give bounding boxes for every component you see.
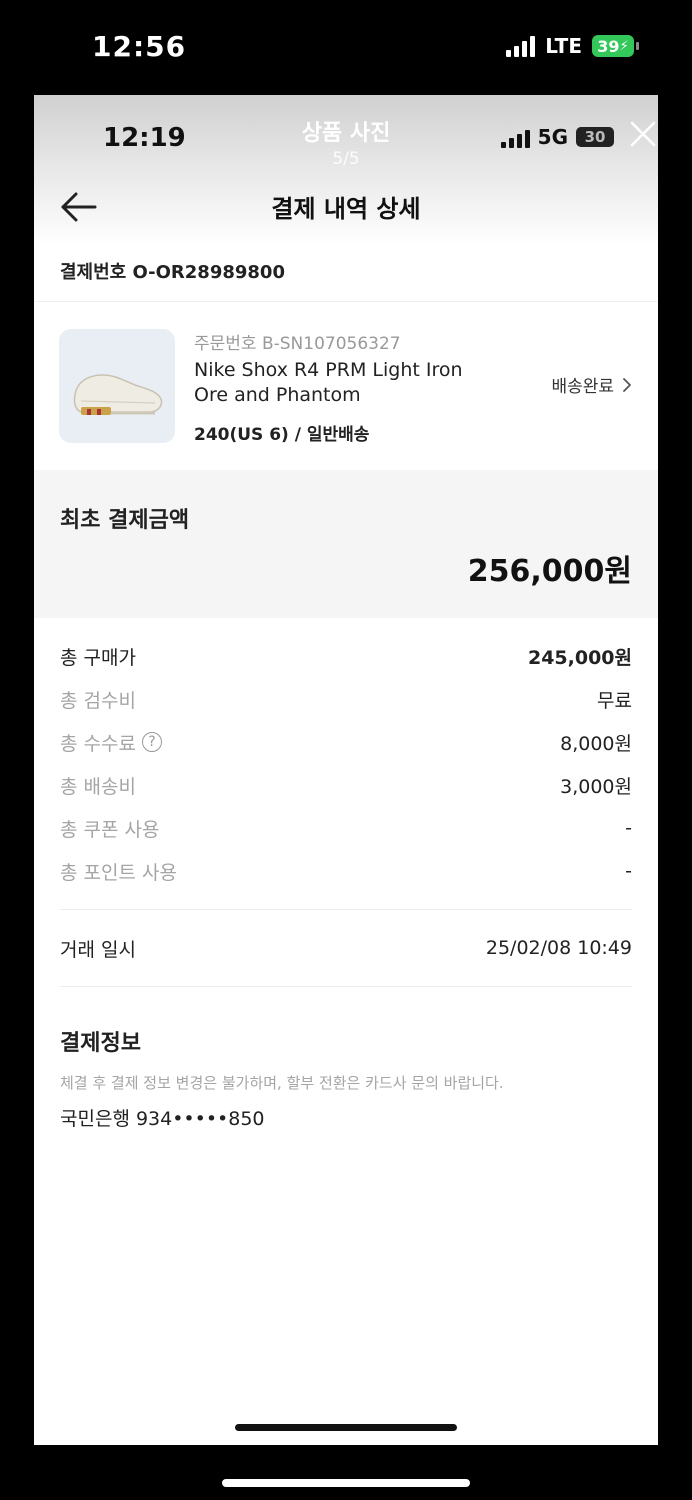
signal-icon — [506, 35, 536, 57]
payment-info-title: 결제정보 — [60, 1031, 141, 1056]
help-icon[interactable]: ? — [141, 732, 162, 752]
product-name: Nike Shox R4 PRM Light Iron Ore and Phan… — [194, 359, 463, 406]
breakdown-row: 총 배송비 3,000원 — [60, 770, 632, 800]
breakdown-label: 총 포인트 사용 — [60, 861, 177, 884]
breakdown-value: - — [625, 817, 632, 839]
outer-clock: 12:56 — [92, 30, 187, 63]
outer-status-icons: LTE 39 ⚡ — [506, 34, 639, 58]
breakdown-value: 8,000원 — [560, 732, 632, 755]
nav-bar: 결제 내역 상세 — [34, 183, 658, 231]
delivery-status-link[interactable]: 배송완료 — [551, 372, 632, 397]
network-label: LTE — [545, 34, 582, 58]
inner-network-label: 5G — [537, 125, 568, 149]
breakdown-label: 총 수수료 — [60, 732, 136, 755]
breakdown-row: 총 포인트 사용 - — [60, 856, 632, 886]
total-amount: 256,000원 — [467, 554, 632, 589]
breakdown-value: 3,000원 — [560, 775, 632, 798]
product-card[interactable]: 주문번호 B-SN107056327 Nike Shox R4 PRM Ligh… — [34, 302, 658, 468]
sneaker-image — [59, 329, 175, 443]
payment-number: 결제번호 O-OR28989800 — [60, 262, 285, 283]
product-option: 240(US 6) / 일반배송 — [194, 425, 370, 445]
inner-signal-icon — [500, 126, 530, 148]
inner-battery-icon: 30 — [576, 127, 614, 147]
transaction-datetime: 25/02/08 10:49 — [485, 937, 632, 959]
order-number: 주문번호 B-SN107056327 — [194, 334, 401, 354]
breakdown-label: 총 쿠폰 사용 — [60, 818, 160, 841]
outer-status-bar: 12:56 LTE 39 ⚡ — [0, 0, 692, 95]
delivery-status: 배송완료 — [551, 377, 614, 397]
payment-card: 국민은행 934•••••850 — [60, 1108, 265, 1130]
total-payment-panel: 최초 결제금액 256,000원 — [34, 470, 658, 618]
outer-home-indicator[interactable] — [222, 1479, 470, 1487]
breakdown-value: 245,000원 — [527, 646, 632, 669]
total-label: 최초 결제금액 — [60, 508, 190, 533]
breakdown-value: - — [625, 860, 632, 882]
battery-level: 39 — [597, 36, 620, 56]
chevron-right-icon — [623, 377, 631, 392]
inner-status-icons: 5G 30 — [500, 125, 614, 149]
photo-viewer-screen: 12:19 상품 사진 5/5 5G 30 결제 내역 상세 결제번호 O-OR… — [34, 95, 658, 1445]
page-title: 결제 내역 상세 — [271, 195, 421, 223]
battery-icon: 39 ⚡ — [592, 35, 639, 57]
breakdown-label: 총 구매가 — [60, 646, 136, 669]
breakdown-label: 총 배송비 — [60, 775, 136, 798]
breakdown-label-wrap: 총 수수료 ? — [60, 729, 162, 756]
transaction-label: 거래 일시 — [60, 938, 136, 961]
divider — [60, 909, 632, 910]
close-icon[interactable] — [628, 119, 658, 149]
payment-info-note: 체결 후 결제 정보 변경은 불가하며, 할부 전환은 카드사 문의 바랍니다. — [60, 1074, 504, 1092]
breakdown-row: 총 쿠폰 사용 - — [60, 813, 632, 843]
breakdown-row: 총 수수료 ? 8,000원 — [60, 727, 632, 757]
breakdown-label: 총 검수비 — [60, 689, 136, 712]
breakdown-row: 총 구매가 245,000원 — [60, 641, 632, 671]
home-indicator[interactable] — [235, 1424, 457, 1431]
photo-counter: 5/5 — [332, 149, 360, 169]
transaction-row: 거래 일시 25/02/08 10:49 — [60, 933, 632, 963]
inner-battery-level: 30 — [584, 128, 606, 146]
divider — [60, 986, 632, 987]
breakdown-row: 총 검수비 무료 — [60, 684, 632, 714]
breakdown-value: 무료 — [597, 689, 632, 712]
